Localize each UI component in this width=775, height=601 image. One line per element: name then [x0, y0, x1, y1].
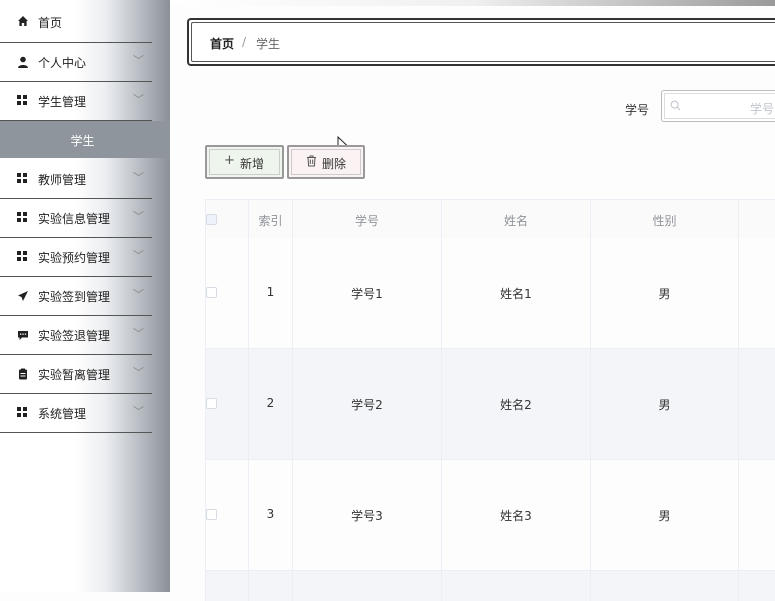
table-row[interactable]	[205, 571, 775, 601]
header-cell[interactable]: 索引	[249, 200, 293, 239]
sidebar-subitem-student[interactable]: 学生	[0, 121, 170, 158]
table-cell: 男	[591, 349, 739, 459]
table-cell: 1	[249, 238, 293, 348]
breadcrumb: 首页 / 学生	[187, 18, 775, 66]
row-checkbox[interactable]	[206, 287, 217, 298]
search-icon	[670, 100, 681, 111]
sidebar-item-label: 教师管理	[38, 173, 87, 187]
chevron-down-icon: ﹀	[133, 210, 144, 223]
sidebar: 首页 个人中心 ﹀ 学生管理 ﹀ 学生 教师管理 ﹀ 实验信息管理 ﹀ 实验预约…	[0, 0, 170, 592]
sidebar-item-label: 实验信息管理	[38, 212, 111, 226]
chevron-down-icon: ﹀	[133, 327, 144, 340]
table-cell: 男	[591, 238, 739, 348]
table-cell	[442, 571, 591, 601]
grid-icon	[17, 212, 29, 224]
table-row[interactable]: 1 学号1 姓名1 男	[205, 238, 775, 349]
sidebar-item-label: 实验预约管理	[38, 251, 111, 265]
clipboard-icon	[19, 368, 27, 380]
row-checkbox-cell	[205, 349, 249, 459]
table-cell: 姓名1	[442, 238, 591, 348]
table-cell: 学号1	[293, 238, 442, 348]
table-row[interactable]: 2 学号2 姓名2 男	[205, 349, 775, 460]
sidebar-item-experiment-checkout[interactable]: 实验签退管理 ﹀	[0, 316, 152, 355]
table-cell: 姓名3	[442, 460, 591, 570]
trash-icon	[307, 155, 316, 167]
sidebar-item-label: 个人中心	[38, 56, 87, 70]
sidebar-item-label: 实验暂离管理	[38, 368, 111, 382]
add-button[interactable]: + 新增	[205, 145, 284, 179]
chevron-down-icon: ﹀	[133, 288, 144, 301]
sidebar-item-teacher-management[interactable]: 教师管理 ﹀	[0, 160, 152, 199]
row-checkbox-cell	[205, 460, 249, 570]
table-header: 索引 学号 姓名 性别	[205, 199, 775, 240]
top-bar	[170, 0, 775, 6]
chevron-down-icon: ﹀	[133, 171, 144, 184]
grid-icon	[17, 173, 29, 185]
home-icon	[18, 16, 28, 26]
sidebar-item-experiment-info[interactable]: 实验信息管理 ﹀	[0, 199, 152, 238]
delete-button[interactable]: 删除	[287, 145, 365, 179]
sidebar-item-home[interactable]: 首页	[0, 4, 152, 43]
sidebar-item-label: 首页	[38, 16, 63, 30]
header-cell[interactable]: 性别	[591, 200, 739, 239]
breadcrumb-current: 学生	[256, 37, 281, 51]
table-cell: 学号2	[293, 349, 442, 459]
table-cell: 姓名2	[442, 349, 591, 459]
table-cell	[249, 571, 293, 601]
sidebar-item-label: 实验签退管理	[38, 329, 111, 343]
sidebar-item-label: 实验签到管理	[38, 290, 111, 304]
search-input[interactable]: 学号	[661, 90, 775, 122]
table-cell	[591, 571, 739, 601]
table-row[interactable]: 3 学号3 姓名3 男	[205, 460, 775, 571]
sidebar-subitem-label: 学生	[70, 134, 95, 148]
delete-button-label: 删除	[322, 157, 347, 171]
sidebar-item-label: 系统管理	[38, 407, 87, 421]
sidebar-item-system-management[interactable]: 系统管理 ﹀	[0, 394, 152, 433]
chevron-down-icon: ﹀	[133, 93, 144, 106]
table-cell	[293, 571, 442, 601]
grid-icon	[17, 251, 29, 263]
sidebar-item-personal-center[interactable]: 个人中心 ﹀	[0, 43, 152, 82]
sidebar-item-experiment-checkin[interactable]: 实验签到管理 ﹀	[0, 277, 152, 316]
select-all-checkbox[interactable]	[206, 214, 217, 225]
row-checkbox-cell	[205, 238, 249, 348]
table-cell: 3	[249, 460, 293, 570]
chevron-down-icon: ﹀	[133, 249, 144, 262]
sidebar-item-label: 学生管理	[38, 95, 87, 109]
send-icon	[18, 291, 28, 301]
header-checkbox-cell	[205, 200, 249, 239]
table-cell: 2	[249, 349, 293, 459]
breadcrumb-separator: /	[242, 35, 247, 49]
add-button-label: 新增	[240, 157, 265, 171]
user-icon	[18, 56, 28, 68]
sidebar-item-experiment-leave[interactable]: 实验暂离管理 ﹀	[0, 355, 152, 394]
search-placeholder: 学号	[750, 102, 775, 116]
main-content: 首页 / 学生 学号 学号 + 新增 删除 索引 学号 姓名 性别 1 学号1 …	[170, 0, 775, 601]
chevron-down-icon: ﹀	[133, 54, 144, 67]
chevron-down-icon: ﹀	[133, 405, 144, 418]
search-label: 学号	[625, 103, 650, 117]
breadcrumb-home[interactable]: 首页	[210, 35, 234, 52]
chevron-down-icon: ﹀	[133, 366, 144, 379]
header-cell[interactable]: 姓名	[442, 200, 591, 239]
table-cell: 男	[591, 460, 739, 570]
row-checkbox[interactable]	[206, 509, 217, 520]
header-cell[interactable]: 学号	[293, 200, 442, 239]
sidebar-item-student-management[interactable]: 学生管理 ﹀	[0, 82, 152, 121]
table-cell: 学号3	[293, 460, 442, 570]
grid-icon	[17, 95, 29, 107]
grid-icon	[17, 407, 29, 419]
message-icon	[18, 331, 28, 340]
row-checkbox[interactable]	[206, 398, 217, 409]
plus-icon: +	[224, 153, 235, 168]
row-checkbox-cell	[205, 571, 249, 601]
sidebar-item-experiment-booking[interactable]: 实验预约管理 ﹀	[0, 238, 152, 277]
